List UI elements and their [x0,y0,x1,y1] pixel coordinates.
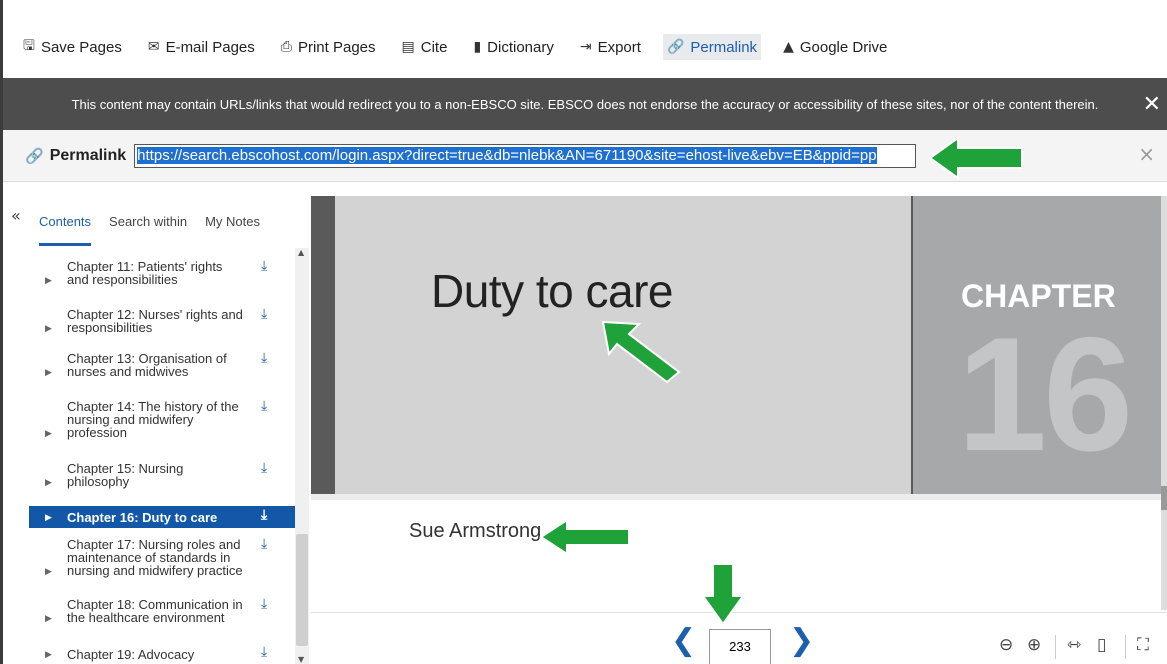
print-pages-button[interactable]: ⎙ Print Pages [277,34,380,60]
chapter-number-panel: CHAPTER 16 [913,196,1167,494]
envelope-icon: ✉ [147,39,160,55]
link-icon: 🔗 [25,146,44,165]
toc-item-chapter-14[interactable]: Chapter 14: The history of the nursing a… [29,399,295,446]
notice-close-icon[interactable]: ✕ [1143,92,1161,117]
chapter-title: Duty to care [431,265,674,317]
link-icon: 🔗 [666,39,685,55]
toc-item-label: nurses and midwives [67,364,189,379]
toc-item-label: profession [67,425,127,440]
fit-width-icon[interactable]: ⇿ [1067,635,1081,655]
dictionary-button[interactable]: ▮ Dictionary [469,34,557,60]
toc-item-label: the healthcare environment [67,610,225,625]
expand-arrow-icon[interactable]: ▶ [45,323,52,336]
toc-item-label: philosophy [67,474,130,489]
toc-item-chapter-17[interactable]: Chapter 17: Nursing roles and maintenanc… [29,537,295,584]
export-button[interactable]: ⇥ Export [576,34,645,60]
download-icon[interactable]: ⤓ [261,597,267,611]
export-icon: ⇥ [579,39,592,55]
toc-item-chapter-19[interactable]: Chapter 19: Advocacy ▶ ⤓ [29,645,295,664]
chapter-author: Sue Armstrong [409,520,542,542]
collapse-sidebar-icon[interactable]: « [11,206,21,225]
permalink-url-field[interactable]: https://search.ebscohost.com/login.aspx?… [134,143,917,168]
previous-page-icon[interactable]: ❮ [671,623,696,658]
sidebar-scrollbar[interactable]: ▲ ▼ [295,248,309,664]
next-page-icon[interactable]: ❯ [789,623,814,658]
toolbar: 🖫 Save Pages ✉ E-mail Pages ⎙ Print Pages ▤… [3,0,1167,78]
expand-arrow-icon[interactable]: ▶ [45,512,52,525]
scroll-up-icon[interactable]: ▲ [298,248,304,257]
annotation-arrow-icon [928,136,1023,180]
toolbar-divider [1125,635,1126,659]
expand-arrow-icon[interactable]: ▶ [45,428,52,441]
google-drive-icon: ▲ [783,39,794,55]
email-pages-button[interactable]: ✉ E-mail Pages [144,34,259,60]
app-frame: 🖫 Save Pages ✉ E-mail Pages ⎙ Print Pages ▤… [0,0,1167,664]
download-icon[interactable]: ⤓ [261,645,267,659]
chapter-number: 16 [957,304,1133,485]
toc-item-label: Chapter 19: Advocacy [67,647,195,662]
tab-search-within[interactable]: Search within [109,214,187,229]
annotation-arrow-icon [701,563,745,626]
contents-sidebar: Contents Search within My Notes Chapter … [29,196,311,664]
viewer-scrollbar[interactable] [1161,196,1167,610]
annotation-arrow-icon [601,320,681,384]
toc-item-chapter-16[interactable]: Chapter 16: Duty to care ▶ ⤓ [29,506,295,528]
book-icon: ▮ [473,39,482,55]
google-drive-button[interactable]: ▲ Google Drive [779,34,891,60]
download-icon[interactable]: ⤓ [261,307,267,321]
download-icon[interactable]: ⤓ [261,399,267,413]
toc-item-label: responsibilities [67,320,153,335]
fit-page-icon[interactable]: ▯ [1097,635,1106,655]
toc-item-chapter-18[interactable]: Chapter 18: Communication in the healthc… [29,597,295,630]
tab-contents[interactable]: Contents [39,214,92,246]
expand-arrow-icon[interactable]: ▶ [45,275,52,288]
notice-text: This content may contain URLs/links that… [71,96,1099,112]
expand-arrow-icon[interactable]: ▶ [45,649,52,662]
scroll-down-icon[interactable]: ▼ [298,655,304,664]
tab-my-notes[interactable]: My Notes [205,214,260,229]
cite-button[interactable]: ▤ Cite [398,34,452,60]
permalink-close-icon[interactable]: × [1138,142,1155,166]
viewer-scroll-thumb[interactable] [1161,486,1167,510]
download-icon[interactable]: ⤓ [261,461,267,475]
external-links-notice: This content may contain URLs/links that… [3,78,1167,130]
sidebar-tabs: Contents Search within My Notes [29,196,311,248]
page-number-input[interactable]: 233 [709,629,771,664]
floppy-disk-icon: 🖫 [23,38,35,54]
permalink-label: Permalink [49,146,127,164]
cite-icon: ▤ [401,39,415,55]
fullscreen-icon[interactable]: ⛶ [1137,635,1149,655]
download-icon[interactable]: ⤓ [261,351,267,365]
expand-arrow-icon[interactable]: ▶ [45,367,52,380]
toc-item-chapter-12[interactable]: Chapter 12: Nurses' rights and responsib… [29,307,295,340]
zoom-out-icon[interactable]: ⊖ [999,635,1013,655]
zoom-in-icon[interactable]: ⊕ [1027,635,1041,655]
expand-arrow-icon[interactable]: ▶ [45,477,52,490]
toc-item-chapter-15[interactable]: Chapter 15: Nursing philosophy ▶ ⤓ [29,461,295,494]
annotation-arrow-icon [539,518,630,556]
toc-item-label: nursing and midwifery practice [67,563,243,578]
save-pages-button[interactable]: 🖫 Save Pages [19,34,126,60]
toc-item-label: and responsibilities [67,272,178,287]
download-icon[interactable]: ⤓ [261,259,267,273]
toc-item-label: Chapter 16: Duty to care [67,510,218,525]
expand-arrow-icon[interactable]: ▶ [45,566,52,579]
table-of-contents: Chapter 11: Patients' rights and respons… [29,256,295,664]
expand-arrow-icon[interactable]: ▶ [45,613,52,626]
toc-item-chapter-11[interactable]: Chapter 11: Patients' rights and respons… [29,259,295,292]
download-icon[interactable]: ⤓ [261,537,267,551]
toolbar-divider [1055,635,1056,659]
sidebar-scroll-thumb[interactable] [296,534,308,646]
download-icon[interactable]: ⤓ [261,508,267,522]
printer-icon: ⎙ [280,39,292,55]
permalink-button[interactable]: 🔗 Permalink [662,34,762,60]
toc-item-chapter-13[interactable]: Chapter 13: Organisation of nurses and m… [29,351,295,384]
